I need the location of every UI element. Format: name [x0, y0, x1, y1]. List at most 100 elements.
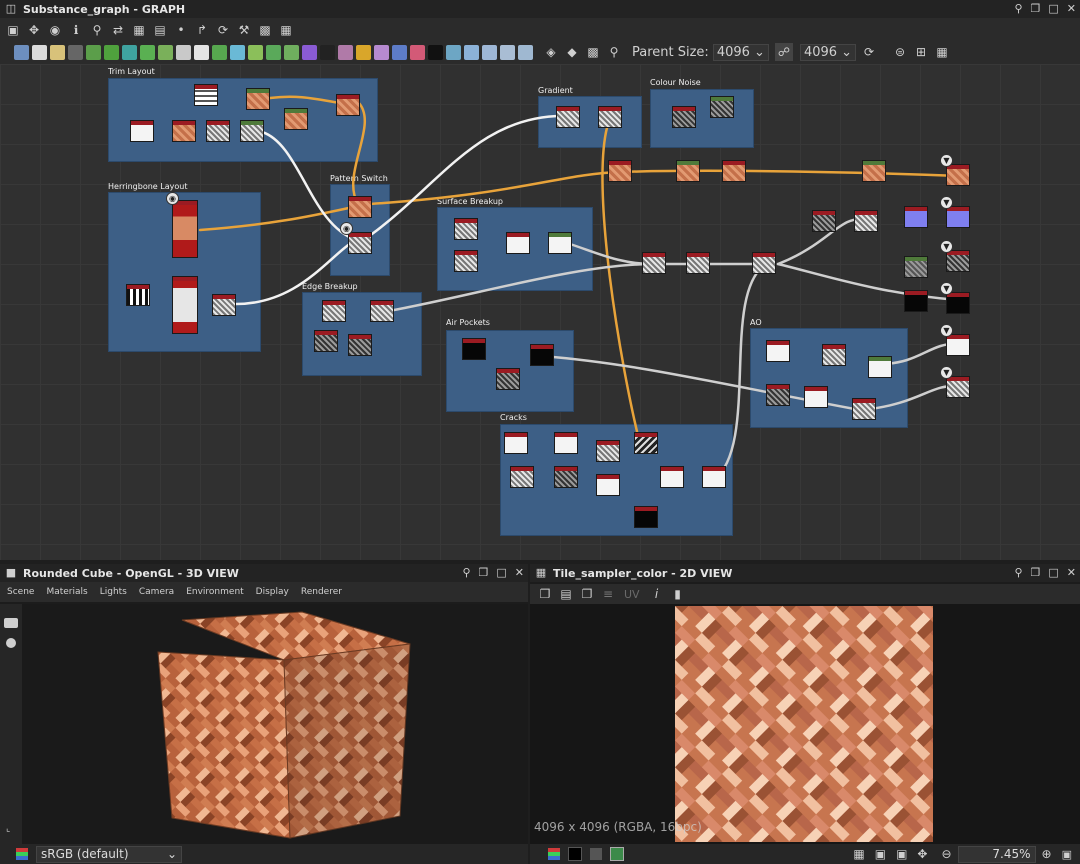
camera-icon[interactable]: ◉ [46, 21, 64, 39]
output-normal-icon[interactable]: ▼ [940, 196, 953, 209]
pin-icon[interactable]: ⚲ [1014, 566, 1022, 579]
size-select[interactable]: 4096 ⌄ [799, 43, 857, 61]
node-edge-d[interactable] [348, 334, 372, 356]
menu-camera[interactable]: Camera [139, 587, 174, 597]
node-ao-b[interactable] [822, 344, 846, 366]
node-herringbone-c[interactable] [212, 294, 236, 316]
link-icon[interactable]: ⇄ [109, 21, 127, 39]
blur-icon[interactable] [194, 44, 209, 60]
node-output-roughness[interactable] [946, 250, 970, 272]
output-metallic-icon[interactable]: ▼ [940, 282, 953, 295]
node-cracks-j[interactable] [634, 506, 658, 528]
node-trim-brick-c[interactable] [284, 108, 308, 130]
node-ao-a[interactable] [766, 340, 790, 362]
levels-icon[interactable] [104, 44, 119, 60]
node-cracks-d[interactable] [634, 432, 658, 454]
node-switch-a[interactable] [348, 196, 372, 218]
menu-lights[interactable]: Lights [100, 587, 127, 597]
pin-node-icon[interactable]: ◆ [563, 43, 581, 61]
paint-icon[interactable] [410, 44, 425, 60]
zoom-field[interactable]: 7.45% [957, 845, 1036, 863]
node-edge-a[interactable] [322, 300, 346, 322]
node-center-c[interactable] [752, 252, 776, 274]
color-wheel-icon[interactable] [302, 44, 317, 60]
marker-icon[interactable]: ⚲ [605, 43, 623, 61]
node-air-c[interactable] [496, 368, 520, 390]
node-trim-brick-d[interactable] [172, 120, 196, 142]
layout-icon[interactable]: ▤ [151, 21, 169, 39]
connector-icon[interactable]: ↱ [193, 21, 211, 39]
node-herringbone-stripes[interactable] [126, 284, 150, 306]
node-cracks-e[interactable] [510, 466, 534, 488]
herringbone-output-icon[interactable]: ◉ [166, 192, 179, 205]
node-herringbone-b[interactable] [172, 276, 198, 334]
node-metal-a[interactable] [904, 290, 928, 312]
layers-icon[interactable] [548, 848, 560, 860]
maximize-icon[interactable]: □ [496, 566, 506, 579]
pin-icon[interactable]: ⚲ [1014, 2, 1022, 15]
node-edge-c[interactable] [314, 330, 338, 352]
fit-view-icon[interactable]: ▣ [4, 21, 22, 39]
node-surface-c[interactable] [506, 232, 530, 254]
hsl-icon[interactable] [212, 44, 227, 60]
node-trim-noise-b[interactable] [240, 120, 264, 142]
align-h-icon[interactable]: ⊜ [891, 43, 909, 61]
comment-icon[interactable]: ◈ [542, 43, 560, 61]
node-output-normal[interactable] [946, 206, 970, 228]
output-ao-icon[interactable]: ▼ [940, 366, 953, 379]
filter-icon[interactable] [284, 44, 299, 60]
node-cracks-b[interactable] [554, 432, 578, 454]
node-surface-b[interactable] [454, 250, 478, 272]
histogram-icon[interactable]: ▮ [669, 585, 687, 603]
output-e-icon[interactable] [518, 44, 533, 60]
close-icon[interactable]: ✕ [1067, 2, 1076, 15]
align-icon[interactable]: ▦ [130, 21, 148, 39]
lightbulb-icon[interactable] [6, 638, 16, 648]
float-icon[interactable]: ❐ [1031, 566, 1041, 579]
image-node-icon[interactable] [14, 44, 29, 60]
node-output-basecolor[interactable] [946, 164, 970, 186]
video-camera-icon[interactable] [4, 618, 18, 628]
refresh-icon[interactable]: ⟳ [214, 21, 232, 39]
menu-scene[interactable]: Scene [7, 587, 34, 597]
output-b-icon[interactable] [464, 44, 479, 60]
pan-icon[interactable]: ✥ [25, 21, 43, 39]
node-output-height[interactable] [946, 334, 970, 356]
node-ao-d[interactable] [766, 384, 790, 406]
fullscreen-icon[interactable]: ▣ [896, 847, 907, 861]
drop-icon[interactable] [50, 44, 65, 60]
output-roughness-icon[interactable]: ▼ [940, 240, 953, 253]
node-colour-noise-b[interactable] [710, 96, 734, 118]
uniform-color-icon[interactable] [32, 44, 47, 60]
node-normal-b[interactable] [854, 210, 878, 232]
info-icon[interactable]: ℹ [67, 21, 85, 39]
node-ao-c[interactable] [868, 356, 892, 378]
node-trim-white-a[interactable] [130, 120, 154, 142]
node-trim-brick-b[interactable] [336, 94, 360, 116]
float-icon[interactable]: ❐ [479, 566, 489, 579]
black-bg-swatch[interactable] [568, 847, 582, 861]
grid-toggle-icon[interactable]: ▦ [853, 847, 864, 861]
menu-materials[interactable]: Materials [46, 587, 87, 597]
node-cracks-c[interactable] [596, 440, 620, 462]
node-gradient-b[interactable] [598, 106, 622, 128]
pin-icon[interactable]: ⚲ [462, 566, 470, 579]
pattern-icon[interactable] [338, 44, 353, 60]
blend-icon[interactable] [176, 44, 191, 60]
emboss-icon[interactable] [248, 44, 263, 60]
frame-icon[interactable]: ▩ [256, 21, 274, 39]
frame-node-icon[interactable]: ▩ [584, 43, 602, 61]
node-cracks-f[interactable] [554, 466, 578, 488]
menu-display[interactable]: Display [256, 587, 289, 597]
transform-icon[interactable] [158, 44, 173, 60]
link-size-icon[interactable]: ☍ [774, 43, 793, 61]
zoom-in-icon[interactable]: ⊕ [1042, 847, 1052, 861]
save-icon[interactable]: ▤ [557, 585, 575, 603]
node-rough-a[interactable] [904, 256, 928, 278]
node-colour-noise-a[interactable] [672, 106, 696, 128]
output-d-icon[interactable] [500, 44, 515, 60]
warp-icon[interactable] [122, 44, 137, 60]
layers-icon[interactable] [16, 848, 28, 860]
node-air-a[interactable] [462, 338, 486, 360]
maximize-icon[interactable]: □ [1048, 2, 1058, 15]
